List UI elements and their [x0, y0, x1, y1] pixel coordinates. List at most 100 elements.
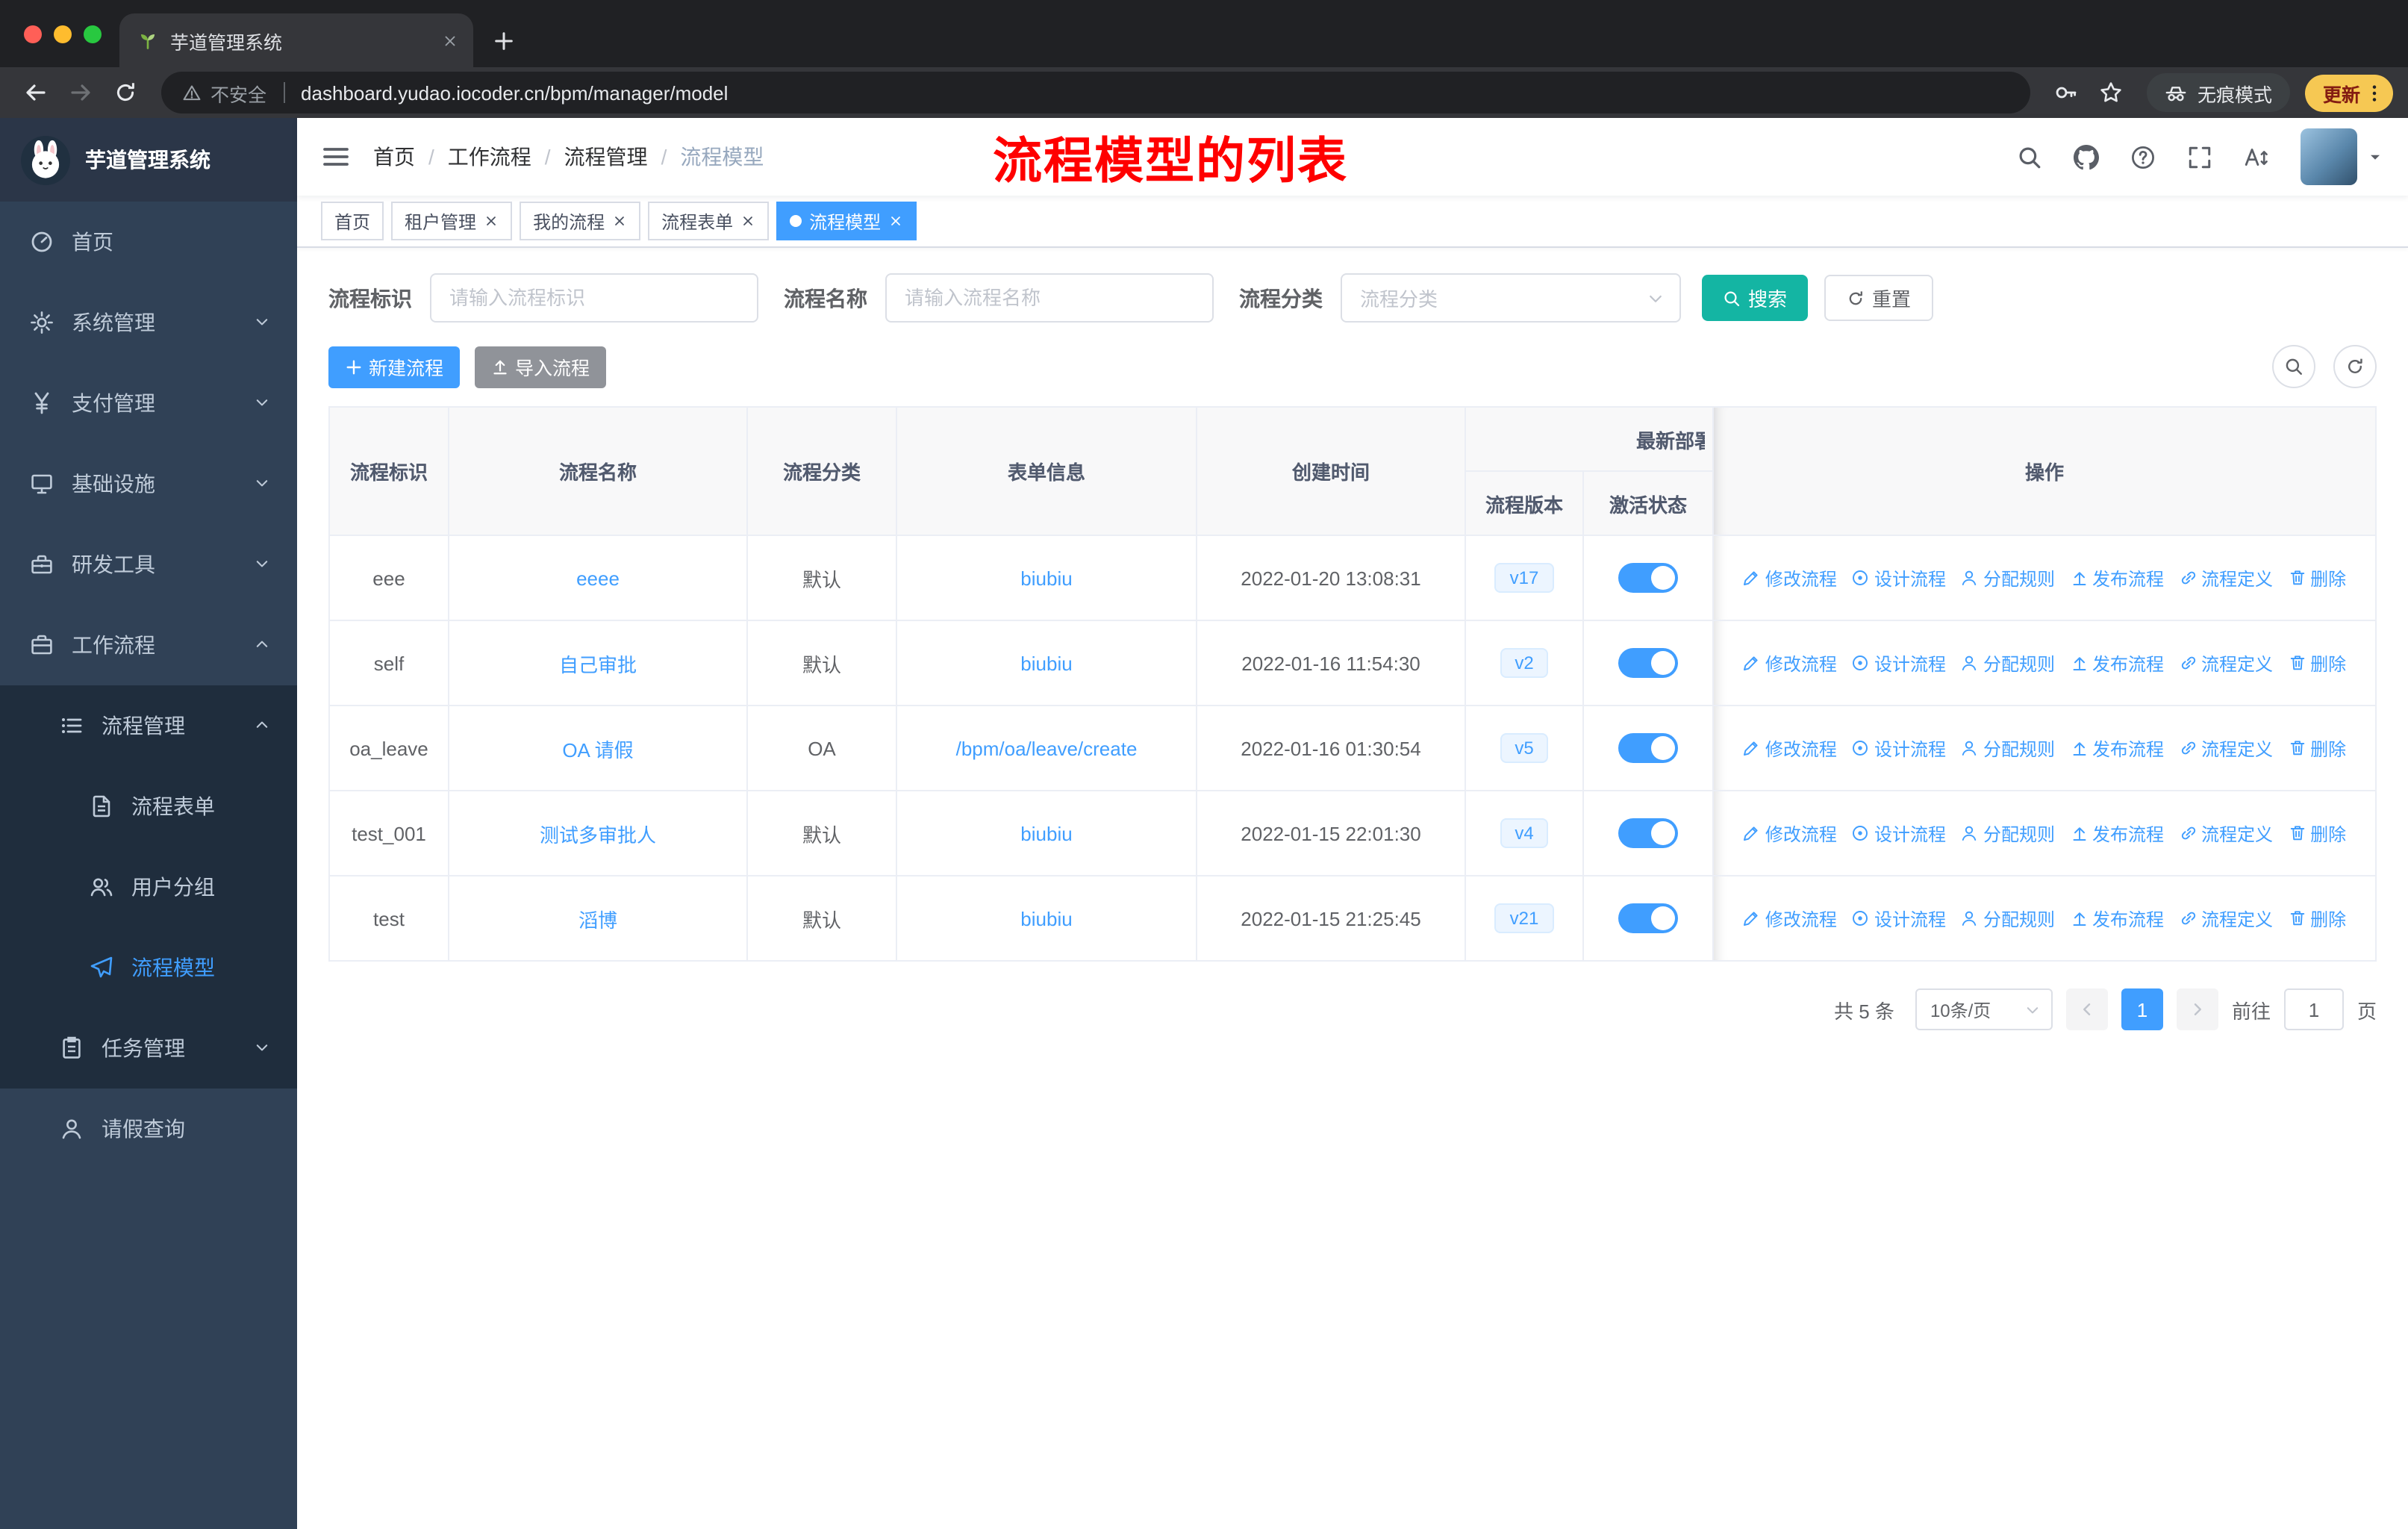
active-status-toggle[interactable]	[1618, 818, 1678, 848]
action-delete[interactable]: 删除	[2288, 906, 2346, 931]
tag-view-流程模型[interactable]: 流程模型	[776, 202, 917, 240]
process-name-link[interactable]: OA 请假	[562, 738, 633, 761]
next-page-button[interactable]	[2176, 988, 2218, 1030]
tag-view-我的流程[interactable]: 我的流程	[520, 202, 641, 240]
form-info-link[interactable]: biubiu	[1020, 567, 1072, 589]
action-publish[interactable]: 发布流程	[2070, 650, 2164, 676]
fullscreen-button[interactable]	[2187, 144, 2212, 169]
tag-view-首页[interactable]: 首页	[321, 202, 384, 240]
sidebar-item-流程模型[interactable]: 流程模型	[0, 927, 297, 1008]
sidebar-item-首页[interactable]: 首页	[0, 202, 297, 282]
action-design[interactable]: 设计流程	[1852, 906, 1946, 931]
active-status-toggle[interactable]	[1618, 733, 1678, 763]
tab-close-icon[interactable]	[442, 32, 458, 49]
sidebar-item-系统管理[interactable]: 系统管理	[0, 282, 297, 363]
action-delete[interactable]: 删除	[2288, 565, 2346, 591]
sidebar-item-基础设施[interactable]: 基础设施	[0, 443, 297, 524]
action-edit[interactable]: 修改流程	[1743, 650, 1837, 676]
security-status[interactable]: 不安全	[182, 78, 266, 107]
sidebar-item-流程管理[interactable]: 流程管理	[0, 685, 297, 766]
new-tab-button[interactable]	[482, 19, 524, 61]
action-design[interactable]: 设计流程	[1852, 820, 1946, 846]
current-page-button[interactable]: 1	[2121, 988, 2163, 1030]
action-design[interactable]: 设计流程	[1852, 735, 1946, 761]
import-process-button[interactable]: 导入流程	[475, 346, 607, 387]
action-delete[interactable]: 删除	[2288, 650, 2346, 676]
user-menu[interactable]	[2301, 128, 2384, 185]
goto-page-input[interactable]	[2283, 988, 2344, 1030]
search-button[interactable]: 搜索	[1702, 275, 1809, 321]
active-status-toggle[interactable]	[1618, 563, 1678, 593]
active-status-toggle[interactable]	[1618, 903, 1678, 933]
create-process-button[interactable]: 新建流程	[328, 346, 461, 387]
process-name-link[interactable]: eeee	[576, 567, 620, 589]
window-close-button[interactable]	[24, 25, 42, 43]
process-key-input[interactable]	[430, 273, 758, 323]
form-info-link[interactable]: biubiu	[1020, 652, 1072, 674]
reset-button[interactable]: 重置	[1824, 275, 1934, 321]
form-info-link[interactable]: biubiu	[1020, 907, 1072, 929]
action-assign-user[interactable]: 分配规则	[1961, 735, 2055, 761]
browser-forward-button[interactable]	[60, 72, 102, 113]
sidebar-item-支付管理[interactable]: 支付管理	[0, 363, 297, 443]
tag-close-icon[interactable]	[612, 214, 627, 228]
action-edit[interactable]: 修改流程	[1743, 735, 1837, 761]
sidebar-item-任务管理[interactable]: 任务管理	[0, 1008, 297, 1089]
password-key-button[interactable]	[2045, 72, 2087, 113]
process-name-link[interactable]: 测试多审批人	[540, 823, 656, 846]
sidebar-item-用户分组[interactable]: 用户分组	[0, 847, 297, 927]
action-edit[interactable]: 修改流程	[1743, 906, 1837, 931]
bookmark-star-button[interactable]	[2090, 72, 2132, 113]
action-definition[interactable]: 流程定义	[2179, 735, 2273, 761]
browser-reload-button[interactable]	[105, 72, 146, 113]
action-assign-user[interactable]: 分配规则	[1961, 820, 2055, 846]
help-button[interactable]	[2130, 144, 2156, 169]
action-design[interactable]: 设计流程	[1852, 565, 1946, 591]
action-delete[interactable]: 删除	[2288, 820, 2346, 846]
tag-close-icon[interactable]	[888, 214, 903, 228]
sidebar-item-请假查询[interactable]: 请假查询	[0, 1089, 297, 1169]
action-definition[interactable]: 流程定义	[2179, 906, 2273, 931]
breadcrumb-item[interactable]: 首页	[373, 142, 415, 172]
sidebar-logo[interactable]: 芋道管理系统	[0, 118, 297, 202]
process-name-input[interactable]	[885, 273, 1214, 323]
action-delete[interactable]: 删除	[2288, 735, 2346, 761]
process-name-link[interactable]: 滔博	[578, 909, 617, 931]
process-category-select[interactable]: 流程分类	[1341, 273, 1681, 323]
sidebar-item-研发工具[interactable]: 研发工具	[0, 524, 297, 605]
breadcrumb-item[interactable]: 流程管理	[564, 142, 648, 172]
github-link[interactable]	[2074, 144, 2099, 169]
form-info-link[interactable]: /bpm/oa/leave/create	[956, 737, 1138, 759]
sidebar-item-流程表单[interactable]: 流程表单	[0, 766, 297, 847]
action-definition[interactable]: 流程定义	[2179, 650, 2273, 676]
action-design[interactable]: 设计流程	[1852, 650, 1946, 676]
prev-page-button[interactable]	[2065, 988, 2108, 1030]
action-assign-user[interactable]: 分配规则	[1961, 906, 2055, 931]
action-definition[interactable]: 流程定义	[2179, 820, 2273, 846]
breadcrumb-item[interactable]: 工作流程	[448, 142, 531, 172]
browser-back-button[interactable]	[15, 72, 57, 113]
window-maximize-button[interactable]	[84, 25, 102, 43]
toggle-search-button[interactable]	[2272, 345, 2315, 388]
action-assign-user[interactable]: 分配规则	[1961, 565, 2055, 591]
sidebar-toggle-button[interactable]	[321, 142, 351, 172]
font-size-button[interactable]	[2244, 144, 2269, 169]
tag-close-icon[interactable]	[740, 214, 755, 228]
header-search-button[interactable]	[2017, 144, 2042, 169]
action-assign-user[interactable]: 分配规则	[1961, 650, 2055, 676]
active-status-toggle[interactable]	[1618, 648, 1678, 678]
action-edit[interactable]: 修改流程	[1743, 565, 1837, 591]
refresh-table-button[interactable]	[2333, 345, 2377, 388]
sidebar-item-工作流程[interactable]: 工作流程	[0, 605, 297, 685]
action-publish[interactable]: 发布流程	[2070, 906, 2164, 931]
tag-close-icon[interactable]	[484, 214, 499, 228]
tag-view-流程表单[interactable]: 流程表单	[648, 202, 770, 240]
action-publish[interactable]: 发布流程	[2070, 735, 2164, 761]
action-publish[interactable]: 发布流程	[2070, 820, 2164, 846]
form-info-link[interactable]: biubiu	[1020, 822, 1072, 844]
address-bar[interactable]: 不安全 dashboard.yudao.iocoder.cn/bpm/manag…	[161, 72, 2030, 113]
action-definition[interactable]: 流程定义	[2179, 565, 2273, 591]
action-publish[interactable]: 发布流程	[2070, 565, 2164, 591]
browser-tab[interactable]: 芋道管理系统	[119, 13, 473, 67]
page-size-select[interactable]: 10条/页	[1915, 988, 2053, 1030]
